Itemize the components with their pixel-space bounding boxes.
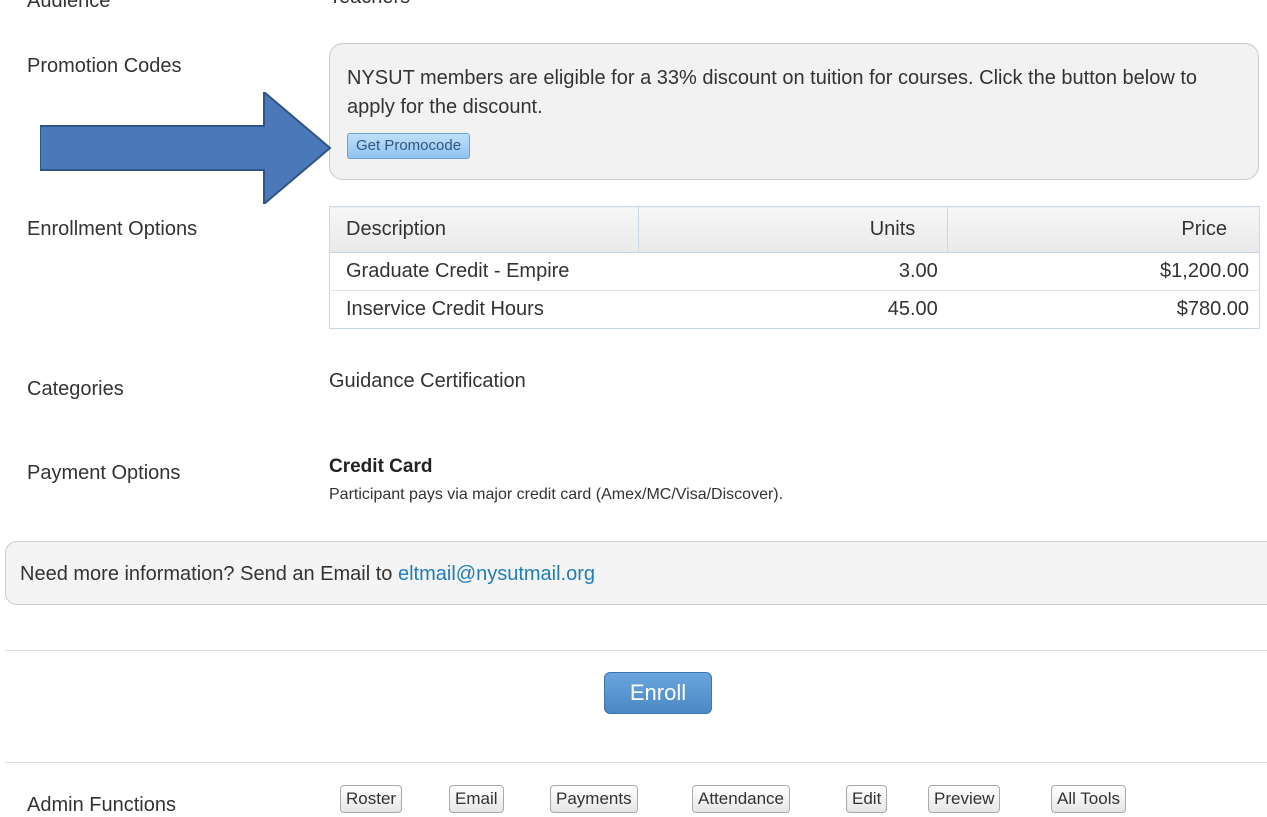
promo-box: NYSUT members are eligible for a 33% dis… xyxy=(329,43,1259,180)
table-cell-description: Inservice Credit Hours xyxy=(329,290,639,329)
divider xyxy=(5,762,1267,763)
payment-options-label: Payment Options xyxy=(27,462,181,484)
info-bar: Need more information? Send an Email to … xyxy=(5,541,1267,605)
get-promocode-button[interactable]: Get Promocode xyxy=(347,133,471,159)
column-header-units: Units xyxy=(637,206,949,253)
table-cell-price: $1,200.00 xyxy=(947,252,1260,291)
categories-value: Guidance Certification xyxy=(329,370,526,392)
annotation-arrow-icon xyxy=(40,92,332,204)
email-button[interactable]: Email xyxy=(449,785,504,813)
table-cell-units: 45.00 xyxy=(638,290,948,329)
audience-value: Teachers xyxy=(329,0,410,16)
promo-description: NYSUT members are eligible for a 33% dis… xyxy=(347,67,1198,118)
column-header-description: Description xyxy=(329,206,639,253)
email-link[interactable]: eltmail@nysutmail.org xyxy=(398,563,595,585)
payments-button[interactable]: Payments xyxy=(550,785,638,813)
categories-label: Categories xyxy=(27,378,124,400)
enrollment-options-label: Enrollment Options xyxy=(27,218,198,240)
promotion-codes-label: Promotion Codes xyxy=(27,55,182,77)
divider xyxy=(5,650,1267,651)
table-cell-price: $780.00 xyxy=(947,290,1260,329)
enroll-button[interactable]: Enroll xyxy=(604,672,712,714)
info-text: Need more information? Send an Email to … xyxy=(20,563,595,586)
payment-option-description: Participant pays via major credit card (… xyxy=(329,486,784,503)
preview-button[interactable]: Preview xyxy=(928,785,1001,813)
payment-option-title: Credit Card xyxy=(329,456,433,477)
attendance-button[interactable]: Attendance xyxy=(692,785,791,813)
table-header-row: Description Units Price xyxy=(329,206,1260,253)
info-message: Need more information? Send an Email to xyxy=(20,563,393,585)
admin-functions-label: Admin Functions xyxy=(27,794,176,816)
column-header-price: Price xyxy=(947,206,1260,253)
table-row: Graduate Credit - Empire 3.00 $1,200.00 xyxy=(329,252,1260,291)
roster-button[interactable]: Roster xyxy=(340,785,403,813)
table-cell-description: Graduate Credit - Empire xyxy=(329,252,639,291)
table-cell-units: 3.00 xyxy=(638,252,948,291)
all-tools-button[interactable]: All Tools xyxy=(1051,785,1126,813)
table-row: Inservice Credit Hours 45.00 $780.00 xyxy=(329,290,1260,329)
edit-button[interactable]: Edit xyxy=(846,785,888,813)
enrollment-options-table: Description Units Price Graduate Credit … xyxy=(329,206,1260,329)
audience-label: Audience xyxy=(27,0,111,12)
